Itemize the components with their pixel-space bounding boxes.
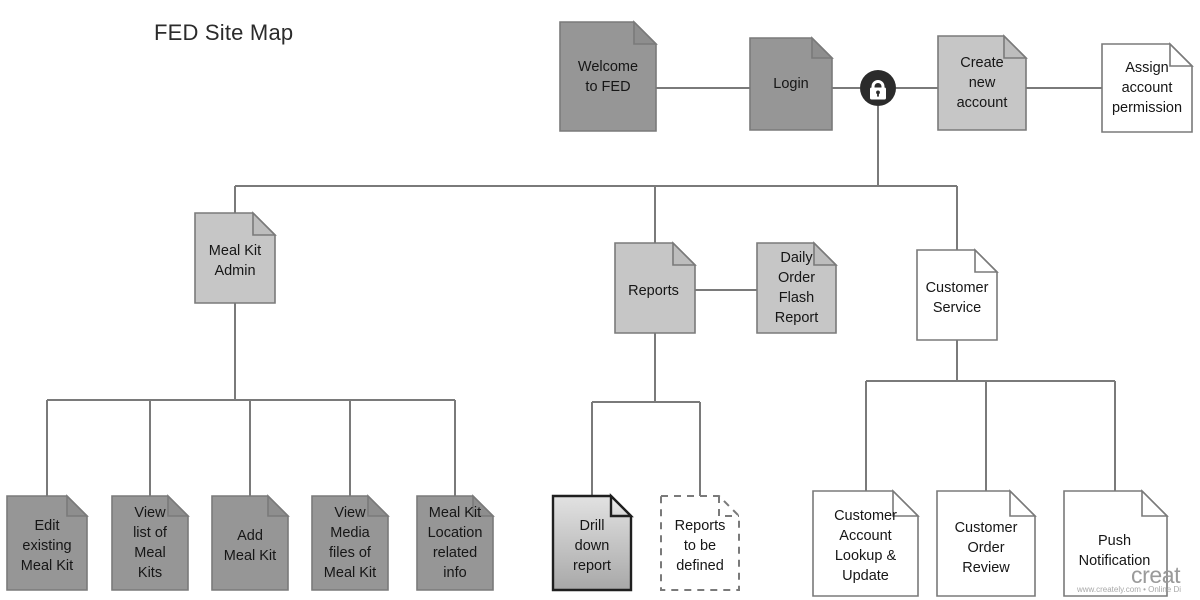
node-reports-to-be-defined[interactable]: [660, 495, 740, 591]
node-add-meal-kit[interactable]: [211, 494, 290, 591]
node-customer-account-lookup-update[interactable]: [812, 489, 920, 597]
node-create-account[interactable]: [937, 34, 1028, 131]
node-view-media-files-of-meal-kit[interactable]: [311, 494, 390, 591]
node-assign-permission[interactable]: [1101, 42, 1194, 133]
node-reports[interactable]: [614, 241, 697, 334]
creately-watermark-url: www.creately.com • Online Di: [1077, 585, 1182, 594]
node-login[interactable]: [749, 36, 834, 131]
node-customer-order-review[interactable]: [936, 489, 1037, 597]
node-lock-gate[interactable]: [860, 70, 896, 106]
node-welcome[interactable]: [559, 20, 658, 132]
node-layer: [6, 20, 1194, 597]
site-map-canvas: FED Site Map Welcome to FED Login Create…: [0, 0, 1200, 600]
node-drill-down-report[interactable]: [551, 493, 634, 592]
node-meal-kit-admin[interactable]: [194, 211, 277, 304]
node-daily-order-flash-report[interactable]: [756, 241, 838, 334]
node-customer-service[interactable]: [916, 248, 999, 341]
node-meal-kit-location-related-info[interactable]: [416, 494, 495, 591]
node-view-list-of-meal-kits[interactable]: [111, 494, 190, 591]
node-edit-existing-meal-kit[interactable]: [6, 494, 89, 591]
